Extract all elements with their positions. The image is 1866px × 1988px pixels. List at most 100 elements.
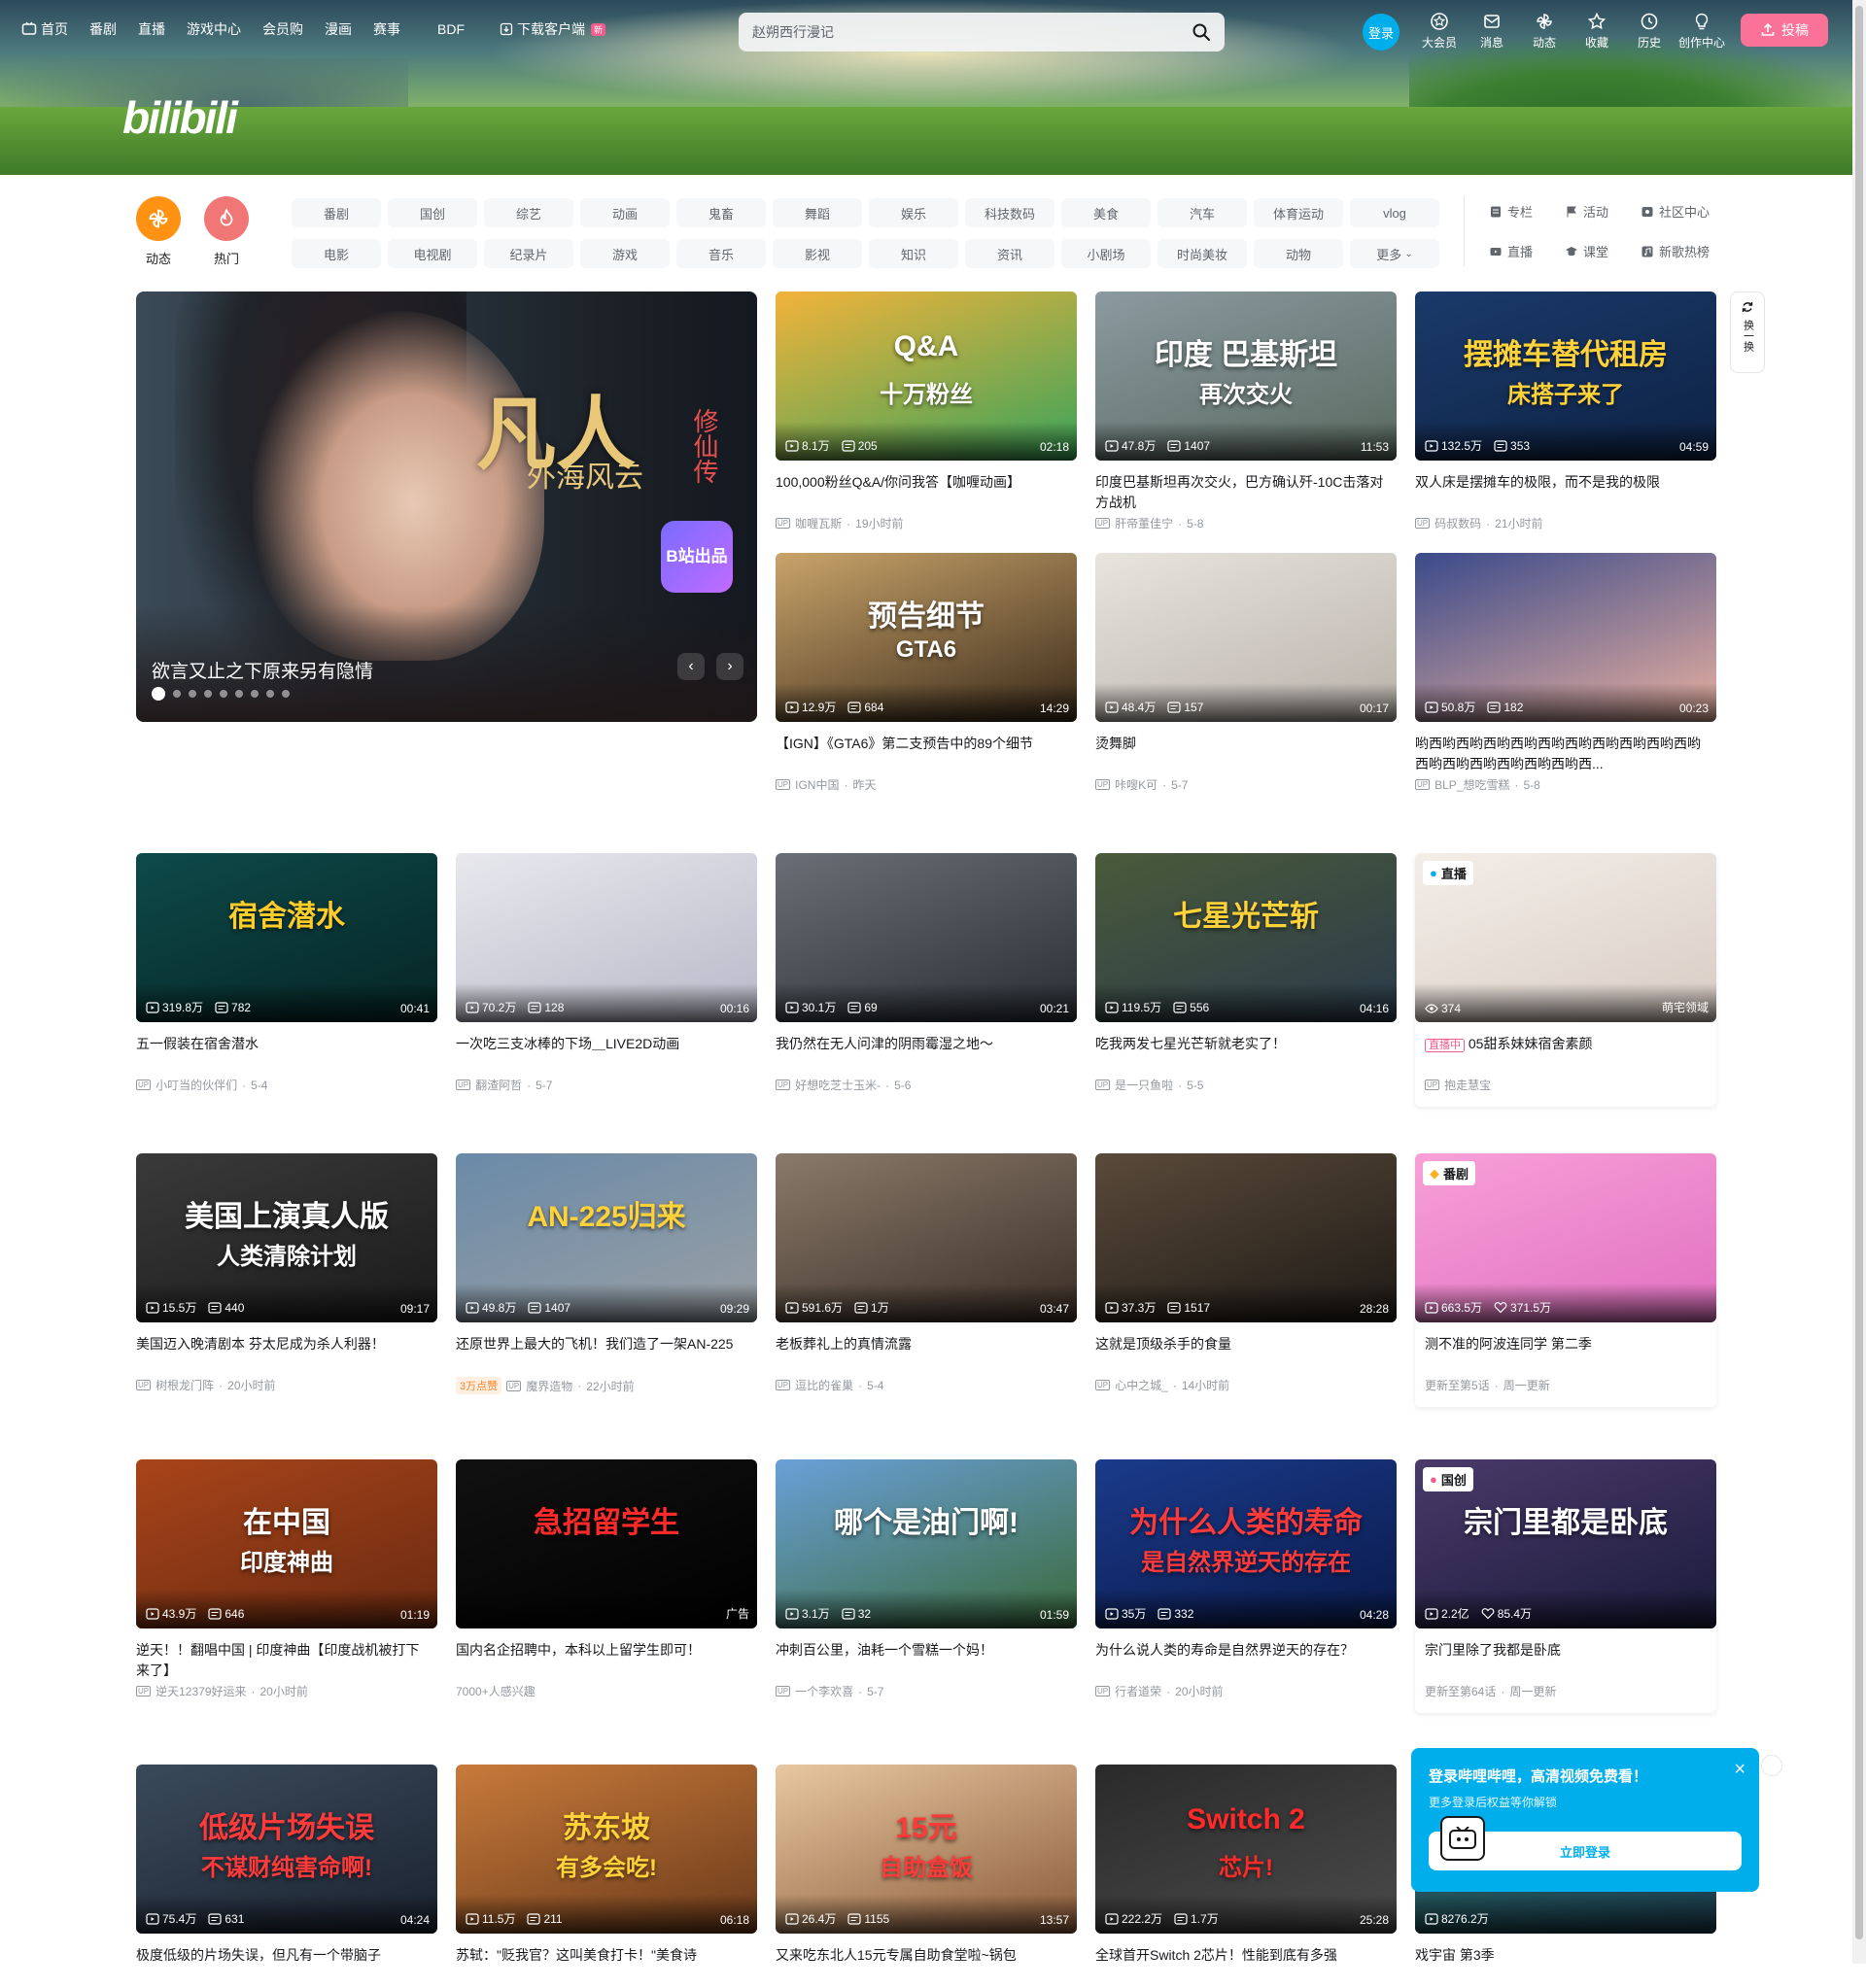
video-title[interactable]: 这就是顶级杀手的食量 (1095, 1334, 1397, 1375)
video-card[interactable]: AN-225归来 49.8万 1407 09:29 还原世界上最大的飞机！我们造了一架A… (456, 1153, 757, 1394)
upload-button[interactable]: 投稿 (1741, 14, 1828, 47)
uploader-name[interactable]: 小叮当的伙伴们 (156, 1077, 237, 1093)
uploader-name[interactable]: 咖喱瓦斯 (795, 515, 842, 531)
uploader-name[interactable]: 逗比的雀巢 (795, 1377, 853, 1393)
scrollbar-thumb[interactable] (1855, 6, 1863, 1939)
video-card[interactable]: 70.2万 128 00:16 一次吃三支冰棒的下场＿LIVE2D动画 UP 翻渣阿哲 · 5… (456, 853, 757, 1093)
carousel-dot[interactable] (235, 690, 243, 698)
video-card[interactable]: 在中国 印度神曲 43.9万 646 01:19 逆天！！翻唱中国 | 印度神曲【印度战机… (136, 1459, 437, 1699)
video-card[interactable]: 15元 自助盒饭 26.4万 1155 13:57 又来吃东北人15元专属自助食堂啦~锅包 (776, 1765, 1077, 1988)
video-card[interactable]: 低级片场失误 不谋财纯害命啊! 75.4万 631 04:24 极度低级的片场失误，但凡有… (136, 1765, 437, 1988)
video-thumbnail[interactable]: 苏东坡 有多会吃! 11.5万 211 06:18 (456, 1765, 757, 1934)
video-title[interactable]: 苏轼："贬我官？这叫美食打卡！"美食诗 (456, 1945, 757, 1986)
carousel-dot[interactable] (173, 690, 181, 698)
uploader-name[interactable]: 好想吃芝士玉米- (795, 1077, 881, 1093)
side-link-new-songs[interactable]: 新歌热榜 (1641, 242, 1716, 260)
video-card[interactable]: ● 直播 374 萌宅领域 直播中 05甜系妹妹宿舍素颜 UP 抱走慧宝 (1415, 853, 1716, 1107)
login-button[interactable]: 登录 (1363, 14, 1400, 51)
channel-tag[interactable]: 音乐 (676, 239, 766, 268)
video-card[interactable]: 哪个是油门啊! 3.1万 32 01:59 冲刺百公里，油耗一个雪糕一个妈！ UP 一个李欢… (776, 1459, 1077, 1699)
video-card[interactable]: 苏东坡 有多会吃! 11.5万 211 06:18 苏轼："贬我官？这叫美食打卡！"美食诗 (456, 1765, 757, 1988)
video-thumbnail[interactable]: 急招留学生 广告 (456, 1459, 757, 1628)
video-thumbnail[interactable]: Q&A 十万粉丝 8.1万 205 02:18 (776, 291, 1077, 461)
video-thumbnail[interactable]: Switch 2 芯片! 222.2万 1.7万 25:28 (1095, 1765, 1397, 1934)
dynamics-link[interactable]: 动态 (1518, 12, 1571, 51)
video-thumbnail[interactable]: 37.3万 1517 28:28 (1095, 1153, 1397, 1322)
video-card[interactable]: 印度 巴基斯坦 再次交火 47.8万 1407 11:53 印度巴基斯坦再次交火，巴方确认… (1095, 291, 1397, 531)
video-title[interactable]: 为什么说人类的寿命是自然界逆天的存在？ (1095, 1640, 1397, 1681)
uploader-name[interactable]: 抱走慧宝 (1444, 1077, 1491, 1093)
side-link-live[interactable]: 直播 (1489, 242, 1565, 260)
video-thumbnail[interactable]: ◆ 番剧 663.5万 371.5万 (1415, 1153, 1716, 1322)
video-title[interactable]: 国内名企招聘中，本科以上留学生即可！ (456, 1640, 757, 1681)
video-thumbnail[interactable]: 七星光芒斩 119.5万 556 04:16 (1095, 853, 1397, 1022)
refresh-button[interactable]: 换一换 (1730, 291, 1765, 373)
carousel-next-button[interactable]: › (716, 653, 743, 680)
video-title[interactable]: 我仍然在无人问津的阴雨霉湿之地～ (776, 1034, 1077, 1075)
carousel-dot[interactable] (266, 690, 274, 698)
video-card[interactable]: 预告细节 GTA6 12.9万 684 14:29 【IGN】《GTA6》第二支预告中的8… (776, 553, 1077, 793)
uploader-name[interactable]: 码叔数码 (1434, 515, 1481, 531)
channel-tag[interactable]: 舞蹈 (773, 198, 862, 227)
messages-link[interactable]: 消息 (1466, 12, 1518, 51)
video-title[interactable]: 又来吃东北人15元专属自助食堂啦~锅包 (776, 1945, 1077, 1986)
channel-tag[interactable]: 电视剧 (388, 239, 477, 268)
video-thumbnail[interactable]: 美国上演真人版 人类清除计划 15.5万 440 09:17 (136, 1153, 437, 1322)
video-title[interactable]: 还原世界上最大的飞机！我们造了一架AN-225 (456, 1334, 757, 1375)
video-thumbnail[interactable]: 摆摊车替代租房 床搭子来了 132.5万 353 04:59 (1415, 291, 1716, 461)
video-card[interactable]: 30.1万 69 00:21 我仍然在无人问津的阴雨霉湿之地～ UP 好想吃芝士玉米- · 5… (776, 853, 1077, 1093)
video-card[interactable]: 七星光芒斩 119.5万 556 04:16 吃我两发七星光芒斩就老实了！ UP 是一只鱼啦… (1095, 853, 1397, 1093)
uploader-name[interactable]: 翻渣阿哲 (475, 1077, 522, 1093)
uploader-name[interactable]: 是一只鱼啦 (1115, 1077, 1173, 1093)
carousel-prev-button[interactable]: ‹ (677, 653, 705, 680)
search-box[interactable]: 赵朔西行漫记 (739, 13, 1225, 51)
video-title[interactable]: 极度低级的片场失误，但凡有一个带脑子 (136, 1945, 437, 1986)
carousel-dot[interactable] (282, 690, 290, 698)
video-card[interactable]: 宿舍潜水 319.8万 782 00:41 五一假装在宿舍潜水 UP 小叮当的伙伴们 · 5-4 (136, 853, 437, 1093)
video-thumbnail[interactable]: 宗门里都是卧底 ● 国创 2.2亿 85.4万 (1415, 1459, 1716, 1628)
scrollbar[interactable] (1852, 0, 1866, 1964)
nav-item[interactable]: BDF (437, 19, 465, 39)
nav-item[interactable]: 漫画 (325, 19, 352, 39)
uploader-name[interactable]: 树根龙门阵 (156, 1377, 214, 1393)
uploader-name[interactable]: BLP_想吃雪糕 (1434, 776, 1509, 793)
video-title[interactable]: 测不准的阿波连同学 第二季 (1415, 1334, 1716, 1375)
channel-tag[interactable]: 体育运动 (1254, 198, 1343, 227)
channel-tag[interactable]: 知识 (869, 239, 958, 268)
video-card[interactable]: 为什么人类的寿命 是自然界逆天的存在 35万 332 04:28 为什么说人类的寿命是自然… (1095, 1459, 1397, 1699)
channel-dynamics[interactable]: 动态 (136, 196, 181, 267)
video-thumbnail[interactable]: 70.2万 128 00:16 (456, 853, 757, 1022)
video-title[interactable]: 【IGN】《GTA6》第二支预告中的89个细节 (776, 734, 1077, 774)
channel-tag[interactable]: 国创 (388, 198, 477, 227)
video-card[interactable]: 48.4万 157 00:17 烫舞脚 UP 咔嗖K可 · 5-7 (1095, 553, 1397, 793)
nav-item[interactable]: 首页 (21, 19, 68, 39)
video-thumbnail[interactable]: AN-225归来 49.8万 1407 09:29 (456, 1153, 757, 1322)
video-title[interactable]: 直播中 05甜系妹妹宿舍素颜 (1415, 1034, 1716, 1075)
channel-tag[interactable]: 娱乐 (869, 198, 958, 227)
channel-tag[interactable]: 游戏 (580, 239, 670, 268)
side-float-button[interactable] (1761, 1755, 1782, 1776)
carousel-title[interactable]: 欲言又止之下原来另有隐情 (152, 657, 373, 683)
close-icon[interactable]: × (1734, 1760, 1745, 1779)
channel-tag[interactable]: 影视 (773, 239, 862, 268)
uploader-name[interactable]: IGN中国 (795, 776, 839, 793)
video-thumbnail[interactable]: 低级片场失误 不谋财纯害命啊! 75.4万 631 04:24 (136, 1765, 437, 1934)
carousel[interactable]: 凡人 外海风云 修仙传 B站出品 欲言又止之下原来另有隐情 ‹ › (136, 291, 757, 722)
video-thumbnail[interactable]: 宿舍潜水 319.8万 782 00:41 (136, 853, 437, 1022)
carousel-dot[interactable] (251, 690, 259, 698)
video-title[interactable]: 戏宇宙 第3季 (1415, 1945, 1716, 1986)
video-thumbnail[interactable]: 591.6万 1万 03:47 (776, 1153, 1077, 1322)
side-link-activity[interactable]: 活动 (1565, 202, 1641, 221)
uploader-name[interactable]: 魔界造物 (526, 1378, 572, 1394)
search-icon[interactable] (1192, 22, 1211, 42)
video-thumbnail[interactable]: ● 直播 374 萌宅领域 (1415, 853, 1716, 1022)
video-thumbnail[interactable]: 15元 自助盒饭 26.4万 1155 13:57 (776, 1765, 1077, 1934)
uploader-name[interactable]: 一个李欢喜 (795, 1683, 853, 1699)
video-thumbnail[interactable]: 为什么人类的寿命 是自然界逆天的存在 35万 332 04:28 (1095, 1459, 1397, 1628)
video-thumbnail[interactable]: 哪个是油门啊! 3.1万 32 01:59 (776, 1459, 1077, 1628)
channel-tag[interactable]: 电影 (292, 239, 381, 268)
channel-tag[interactable]: 动物 (1254, 239, 1343, 268)
video-title[interactable]: 烫舞脚 (1095, 734, 1397, 774)
channel-tag[interactable]: 美食 (1061, 198, 1151, 227)
channel-tag[interactable]: 纪录片 (484, 239, 573, 268)
